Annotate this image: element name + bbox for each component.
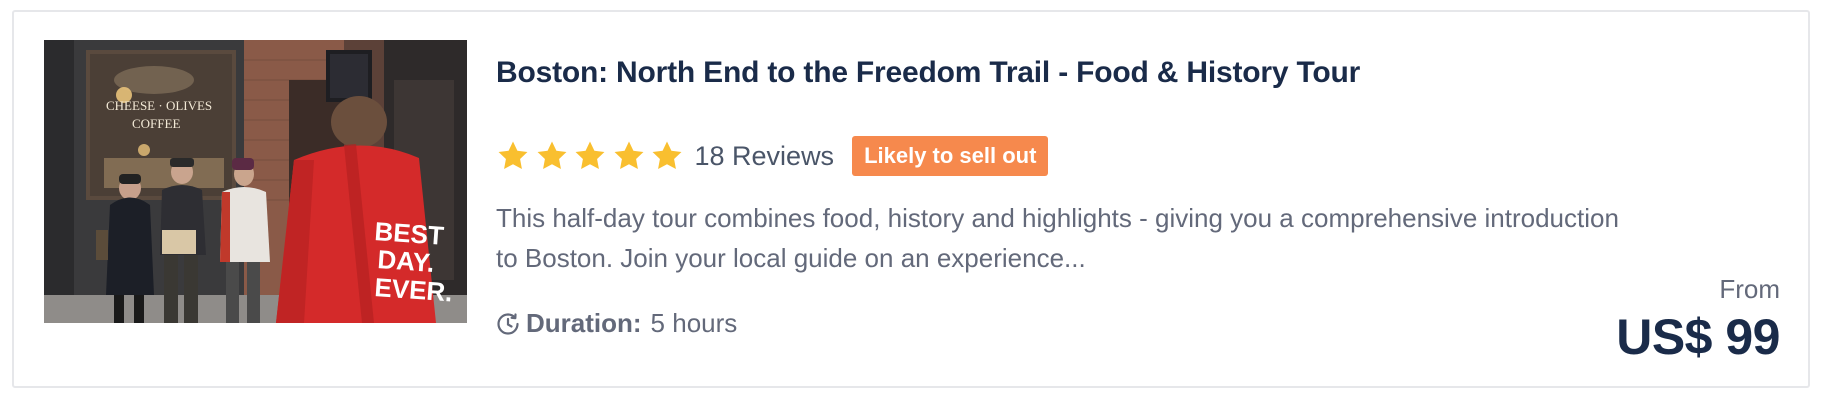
tour-description: This half-day tour combines food, histor… bbox=[496, 203, 1619, 273]
price-amount: US$ 99 bbox=[1616, 309, 1780, 365]
duration-info: Duration: 5 hours bbox=[496, 308, 737, 339]
duration-value: 5 hours bbox=[650, 308, 738, 338]
tour-photo[interactable]: CHEESE · OLIVES COFFEE BEST DAY. EVER. bbox=[44, 40, 467, 323]
likely-to-sell-out-badge: Likely to sell out bbox=[852, 136, 1049, 176]
tour-card[interactable]: CHEESE · OLIVES COFFEE BEST DAY. EVER. B… bbox=[12, 10, 1810, 388]
window-sign-text: CHEESE · OLIVES bbox=[106, 98, 212, 113]
star-icon bbox=[535, 139, 569, 173]
star-icon bbox=[612, 139, 646, 173]
star-rating bbox=[496, 139, 689, 173]
price-from-label: From bbox=[1719, 274, 1780, 304]
window-sign-text-2: COFFEE bbox=[132, 116, 180, 131]
clock-icon bbox=[496, 312, 520, 336]
tour-title[interactable]: Boston: North End to the Freedom Trail -… bbox=[496, 56, 1360, 90]
star-icon bbox=[650, 139, 684, 173]
star-icon bbox=[496, 139, 530, 173]
rating-row: 18 Reviews Likely to sell out bbox=[496, 134, 1049, 178]
jacket-text-3: EVER. bbox=[374, 272, 454, 307]
star-icon bbox=[573, 139, 607, 173]
tour-photo-illustration: CHEESE · OLIVES COFFEE BEST DAY. EVER. bbox=[44, 40, 467, 323]
duration-label: Duration: bbox=[526, 308, 642, 338]
reviews-link[interactable]: 18 Reviews bbox=[695, 141, 835, 172]
